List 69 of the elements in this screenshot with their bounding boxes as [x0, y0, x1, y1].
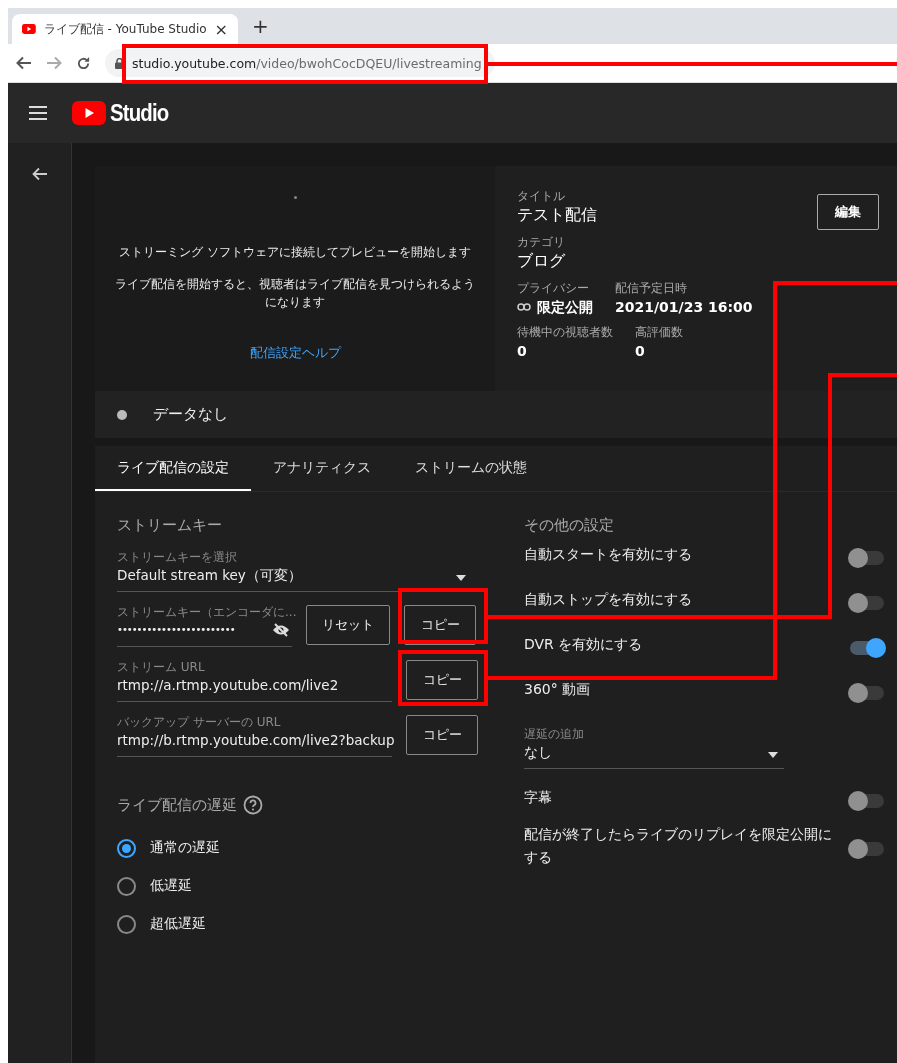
field-value: 2021/01/23 16:00: [615, 298, 753, 317]
toggle-switch[interactable]: [850, 793, 884, 808]
tab[interactable]: ストリームの状態: [393, 446, 549, 491]
toggle-switch[interactable]: [850, 595, 884, 610]
close-tab-button[interactable]: ×: [214, 19, 228, 39]
tab[interactable]: ライブ配信の設定: [95, 446, 251, 491]
logo-text: Studio: [110, 99, 169, 127]
dropdown-caret-icon: [456, 575, 466, 581]
preview-note: ライブ配信を開始すると、視聴者はライブ配信を見つけられるようになります: [115, 276, 475, 311]
field-label: 配信予定日時: [615, 280, 688, 296]
setting-label: 360° 動画: [524, 680, 592, 699]
edit-button[interactable]: 編集: [817, 194, 879, 230]
link-icon: [517, 303, 531, 311]
tab[interactable]: アナリティクス: [251, 446, 393, 491]
url-text: studio.youtube.com/video/bwohCocDQEU/livestreaming: [132, 55, 482, 71]
field-value: 限定公開: [537, 298, 593, 317]
title-value: テスト配信: [517, 205, 597, 226]
field-label: 高評価数: [635, 324, 683, 340]
radio-label: 低遅延: [150, 877, 192, 895]
new-tab-button[interactable]: +: [252, 14, 269, 38]
field-label: プライバシー: [517, 280, 590, 296]
field-label: カテゴリ: [517, 234, 566, 250]
count-value: 0: [517, 342, 527, 361]
section-heading: その他の設定: [524, 516, 615, 535]
play-logo-icon: [22, 24, 36, 34]
setting-label: 自動スタートを有効にする: [524, 545, 693, 564]
toggle-switch[interactable]: [850, 685, 884, 700]
copy-button[interactable]: コピー: [406, 660, 478, 700]
hidden-eye-icon[interactable]: [272, 623, 290, 637]
radio-button[interactable]: [117, 876, 136, 896]
category-value: ブログ: [517, 251, 565, 272]
lock-icon: [115, 57, 124, 69]
dropdown-caret-icon: [768, 752, 778, 758]
copy-button[interactable]: コピー: [404, 605, 476, 645]
stream-url-field[interactable]: ストリーム URL rtmp://a.rtmp.youtube.com/live2: [117, 659, 392, 702]
back-arrow-icon[interactable]: [16, 56, 32, 70]
section-heading: ストリームキー: [117, 516, 223, 535]
status-text: データなし: [153, 405, 228, 424]
play-logo-icon: [72, 101, 106, 125]
section-heading: ライブ配信の遅延: [117, 795, 237, 815]
setting-label: DVR を有効にする: [524, 635, 644, 654]
copy-button[interactable]: コピー: [406, 715, 478, 755]
reload-icon[interactable]: [76, 55, 91, 71]
toggle-switch[interactable]: [850, 550, 884, 565]
backup-url-field[interactable]: バックアップ サーバーの URL rtmp://b.rtmp.youtube.com/live2?backup: [117, 714, 392, 757]
tab-title: ライブ配信 - YouTube Studio: [43, 20, 207, 38]
radio-button[interactable]: [117, 838, 136, 858]
preview-message: ストリーミング ソフトウェアに接続してプレビューを開始します: [118, 244, 472, 261]
browser-tab[interactable]: ライブ配信 - YouTube Studio ×: [12, 14, 238, 44]
field-label: タイトル: [517, 188, 566, 204]
delay-select[interactable]: 遅延の追加 なし: [524, 726, 784, 769]
status-dot-icon: [117, 409, 127, 420]
loading-dot-icon: [293, 196, 297, 199]
reset-button[interactable]: リセット: [306, 605, 390, 645]
setting-label: 自動ストップを有効にする: [524, 590, 693, 609]
field-label: 待機中の視聴者数: [517, 324, 613, 340]
toggle-switch[interactable]: [850, 640, 884, 655]
menu-icon[interactable]: [28, 105, 48, 121]
stream-key-select[interactable]: ストリームキーを選択 Default stream key（可変）: [117, 549, 472, 592]
help-icon[interactable]: [243, 795, 263, 815]
radio-label: 超低遅延: [150, 915, 206, 933]
radio-label: 通常の遅延: [150, 839, 220, 857]
help-link[interactable]: 配信設定ヘルプ: [249, 345, 341, 362]
address-bar[interactable]: studio.youtube.com/video/bwohCocDQEU/livestreaming: [105, 49, 495, 77]
setting-label: 配信が終了したらライブのリプレイを限定公開にする: [524, 825, 833, 867]
count-value: 0: [635, 342, 645, 361]
radio-button[interactable]: [117, 914, 136, 934]
setting-label: 字幕: [524, 788, 553, 807]
toggle-switch[interactable]: [850, 842, 884, 856]
